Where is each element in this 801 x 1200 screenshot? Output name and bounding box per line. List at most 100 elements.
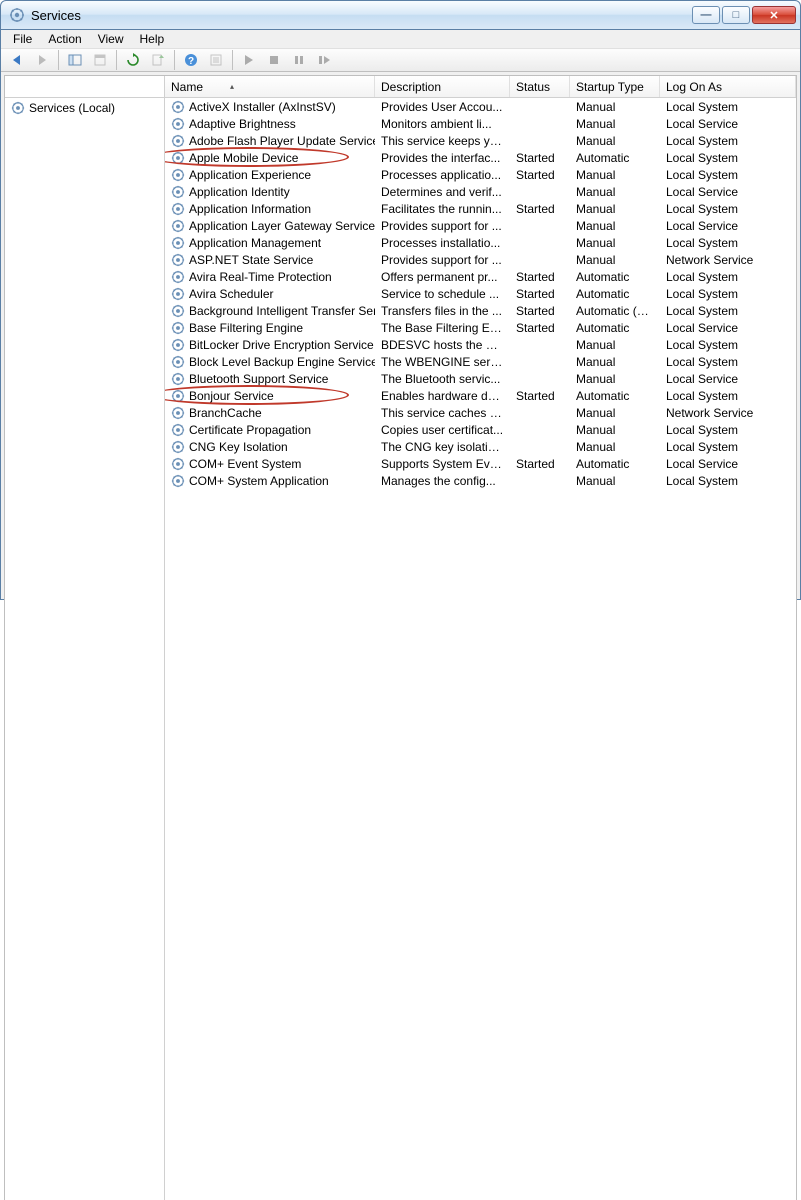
service-row[interactable]: ASP.NET State ServiceProvides support fo… [165, 251, 796, 268]
service-name-label: Application Identity [189, 185, 290, 199]
service-startup-cell: Automatic [570, 389, 660, 403]
service-startup-cell: Manual [570, 185, 660, 199]
service-row[interactable]: Background Intelligent Transfer ServiceT… [165, 302, 796, 319]
properties-button[interactable] [204, 49, 228, 71]
service-row[interactable]: Block Level Backup Engine ServiceThe WBE… [165, 353, 796, 370]
service-row [165, 1084, 796, 1101]
refresh-button[interactable] [121, 49, 145, 71]
gear-icon [171, 270, 185, 284]
service-row [165, 608, 796, 625]
toolbar-separator [174, 50, 175, 70]
service-startup-cell: Manual [570, 134, 660, 148]
service-row[interactable]: Bluetooth Support ServiceThe Bluetooth s… [165, 370, 796, 387]
service-startup-cell: Manual [570, 406, 660, 420]
service-row[interactable]: Bonjour ServiceEnables hardware de...Sta… [165, 387, 796, 404]
service-logon-cell: Local System [660, 338, 796, 352]
gear-icon [171, 304, 185, 318]
menu-action[interactable]: Action [40, 30, 89, 48]
gear-icon [171, 406, 185, 420]
help-button[interactable]: ? [179, 49, 203, 71]
minimize-button[interactable]: — [692, 6, 720, 24]
service-name-label: BitLocker Drive Encryption Service [189, 338, 374, 352]
service-name-cell: Bonjour Service [165, 389, 375, 403]
services-list[interactable]: ActiveX Installer (AxInstSV)Provides Use… [165, 98, 796, 1200]
gear-icon [171, 151, 185, 165]
service-startup-cell: Manual [570, 355, 660, 369]
start-service-button[interactable] [237, 49, 261, 71]
service-description-cell: The CNG key isolatio... [375, 440, 510, 454]
service-row[interactable]: BranchCacheThis service caches n...Manua… [165, 404, 796, 421]
service-row[interactable]: COM+ System ApplicationManages the confi… [165, 472, 796, 489]
service-row [165, 574, 796, 591]
list-header: Name▴ Description Status Startup Type Lo… [165, 76, 796, 98]
menu-file[interactable]: File [5, 30, 40, 48]
service-name-cell: Avira Scheduler [165, 287, 375, 301]
column-log-on-as[interactable]: Log On As [660, 76, 796, 97]
service-name-label: Application Information [189, 202, 311, 216]
service-name-cell: ASP.NET State Service [165, 253, 375, 267]
menu-view[interactable]: View [90, 30, 132, 48]
service-row [165, 1101, 796, 1118]
service-row[interactable]: Application ExperienceProcesses applicat… [165, 166, 796, 183]
gear-icon [171, 219, 185, 233]
export-list-button[interactable] [146, 49, 170, 71]
show-hide-tree-button[interactable] [63, 49, 87, 71]
service-row[interactable]: Adobe Flash Player Update ServiceThis se… [165, 132, 796, 149]
service-row[interactable]: CNG Key Isolation The CNG key isolatio...… [165, 438, 796, 455]
close-button[interactable]: ✕ [752, 6, 796, 24]
service-row[interactable]: Adaptive BrightnessMonitors ambient li..… [165, 115, 796, 132]
service-name-label: CNG Key Isolation [189, 440, 288, 454]
service-row[interactable]: ActiveX Installer (AxInstSV)Provides Use… [165, 98, 796, 115]
service-startup-cell: Manual [570, 202, 660, 216]
service-description-cell: Copies user certificat... [375, 423, 510, 437]
gear-icon [171, 389, 185, 403]
export-button[interactable] [88, 49, 112, 71]
service-description-cell: This service keeps yo... [375, 134, 510, 148]
menu-help[interactable]: Help [132, 30, 173, 48]
column-description[interactable]: Description [375, 76, 510, 97]
service-row [165, 1016, 796, 1033]
tree-item-services-local[interactable]: Services (Local) [5, 98, 164, 118]
service-row [165, 523, 796, 540]
restart-service-button[interactable] [312, 49, 336, 71]
pause-service-button[interactable] [287, 49, 311, 71]
service-row[interactable]: Application Layer Gateway ServiceProvide… [165, 217, 796, 234]
service-name-cell: Block Level Backup Engine Service [165, 355, 375, 369]
stop-service-button[interactable] [262, 49, 286, 71]
service-row[interactable]: BitLocker Drive Encryption ServiceBDESVC… [165, 336, 796, 353]
service-row[interactable]: Avira SchedulerService to schedule ...St… [165, 285, 796, 302]
service-row [165, 1152, 796, 1169]
app-icon [9, 7, 25, 23]
service-row[interactable]: Application ManagementProcesses installa… [165, 234, 796, 251]
column-startup-type[interactable]: Startup Type [570, 76, 660, 97]
service-name-cell: Avira Real-Time Protection [165, 270, 375, 284]
service-name-label: Block Level Backup Engine Service [189, 355, 375, 369]
service-name-cell: Background Intelligent Transfer Service [165, 304, 375, 318]
maximize-button[interactable]: □ [722, 6, 750, 24]
service-row [165, 659, 796, 676]
service-name-cell: Adaptive Brightness [165, 117, 375, 131]
service-row [165, 829, 796, 846]
service-logon-cell: Local System [660, 440, 796, 454]
service-row [165, 778, 796, 795]
column-status[interactable]: Status [510, 76, 570, 97]
service-row[interactable]: Application IdentityDetermines and verif… [165, 183, 796, 200]
service-row[interactable]: Apple Mobile DeviceProvides the interfac… [165, 149, 796, 166]
forward-button[interactable] [30, 49, 54, 71]
service-logon-cell: Local Service [660, 372, 796, 386]
service-row[interactable]: Avira Real-Time ProtectionOffers permane… [165, 268, 796, 285]
window-title: Services [31, 8, 692, 23]
service-row[interactable]: COM+ Event SystemSupports System Eve...S… [165, 455, 796, 472]
service-status-cell: Started [510, 151, 570, 165]
back-button[interactable] [5, 49, 29, 71]
service-row[interactable]: Application InformationFacilitates the r… [165, 200, 796, 217]
gear-icon [171, 100, 185, 114]
gear-icon [171, 338, 185, 352]
service-row[interactable]: Base Filtering EngineThe Base Filtering … [165, 319, 796, 336]
service-name-label: Avira Real-Time Protection [189, 270, 332, 284]
service-name-label: Adaptive Brightness [189, 117, 296, 131]
service-logon-cell: Network Service [660, 253, 796, 267]
service-name-label: ASP.NET State Service [189, 253, 313, 267]
column-name[interactable]: Name▴ [165, 76, 375, 97]
service-row[interactable]: Certificate PropagationCopies user certi… [165, 421, 796, 438]
